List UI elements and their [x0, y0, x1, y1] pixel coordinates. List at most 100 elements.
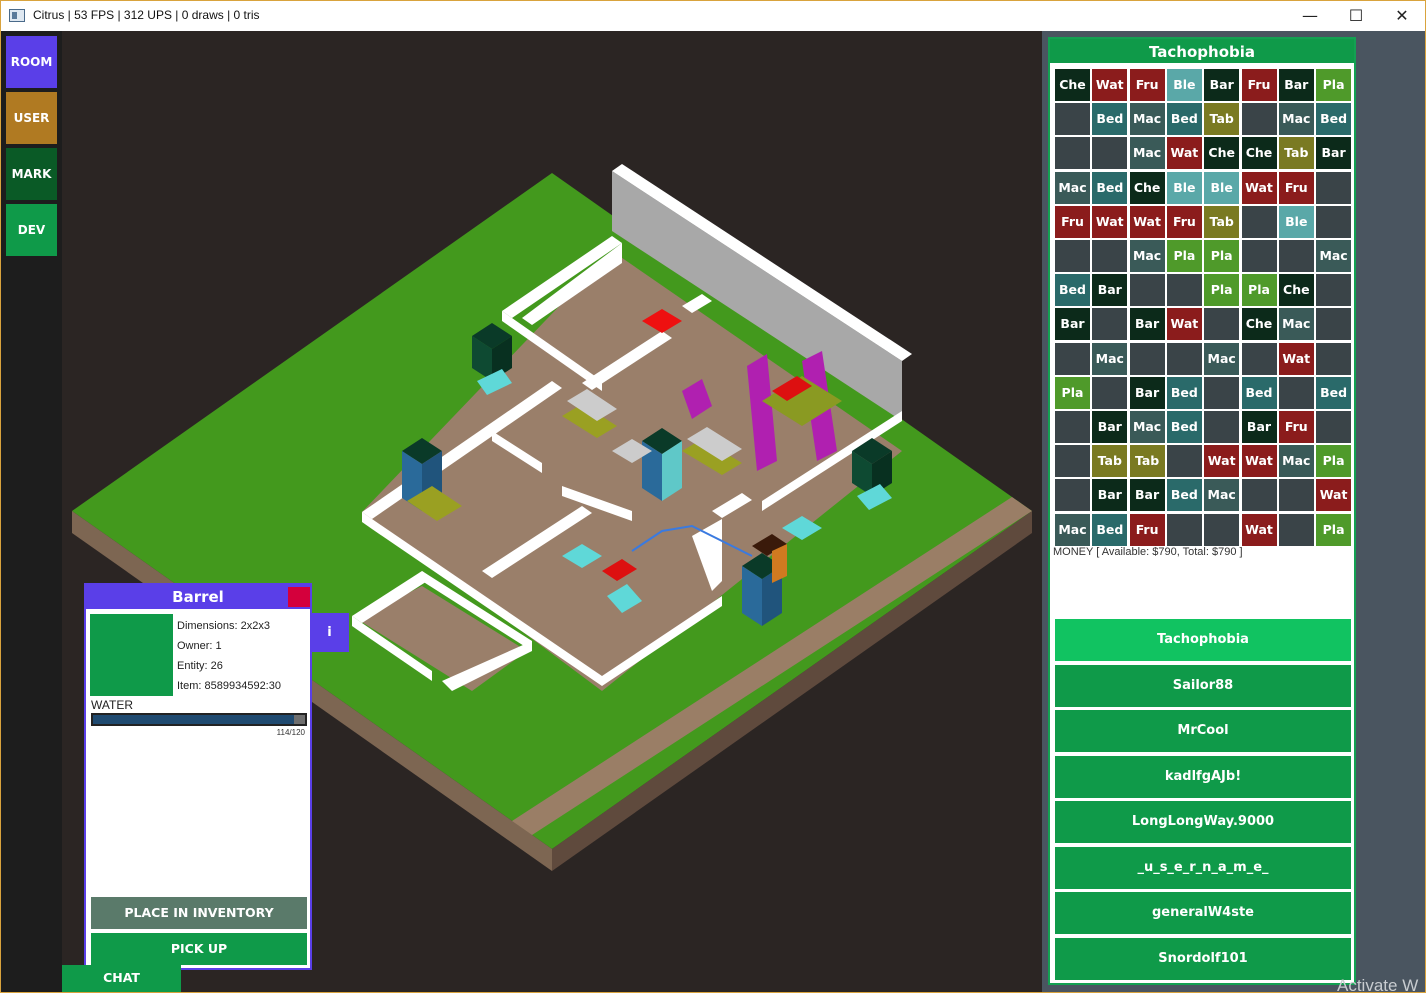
inventory-slot[interactable]: Wat — [1092, 69, 1128, 101]
inventory-slot[interactable]: Mac — [1278, 445, 1314, 478]
inventory-slot[interactable]: Pla — [1316, 445, 1352, 478]
inventory-slot-empty[interactable] — [1278, 376, 1314, 409]
inventory-slot[interactable]: Bar — [1092, 274, 1128, 307]
inventory-slot[interactable]: Bed — [1166, 376, 1202, 409]
inventory-slot-empty[interactable] — [1166, 274, 1202, 307]
inventory-slot-empty[interactable] — [1166, 342, 1202, 375]
inventory-slot-empty[interactable] — [1055, 445, 1090, 478]
inventory-slot-empty[interactable] — [1055, 479, 1090, 512]
inventory-slot[interactable]: Mac — [1092, 342, 1128, 375]
inventory-slot-empty[interactable] — [1055, 342, 1090, 375]
water-barrel[interactable] — [642, 428, 682, 501]
inventory-slot[interactable]: Fru — [1241, 69, 1277, 101]
inventory-slot-empty[interactable] — [1241, 205, 1277, 238]
player-button[interactable]: LongLongWay.9000 — [1055, 801, 1351, 843]
inventory-slot[interactable]: Fru — [1166, 205, 1202, 238]
inventory-slot[interactable]: Mac — [1278, 103, 1314, 136]
inventory-slot[interactable]: Fru — [1129, 513, 1165, 546]
inventory-slot[interactable]: Bar — [1129, 376, 1165, 409]
inventory-slot[interactable]: Bed — [1092, 171, 1128, 204]
inventory-slot-empty[interactable] — [1204, 411, 1240, 443]
pick-up-button[interactable]: PICK UP — [91, 933, 307, 965]
inventory-slot[interactable]: Bed — [1316, 103, 1352, 136]
inventory-slot[interactable]: Bar — [1092, 479, 1128, 512]
inventory-slot-empty[interactable] — [1241, 103, 1277, 136]
inventory-slot[interactable]: Wat — [1204, 445, 1240, 478]
inventory-slot[interactable]: Pla — [1316, 513, 1352, 546]
inventory-slot-empty[interactable] — [1092, 240, 1128, 272]
inventory-slot-empty[interactable] — [1092, 137, 1128, 170]
inventory-slot[interactable]: Wat — [1278, 342, 1314, 375]
inventory-slot[interactable]: Che — [1241, 308, 1277, 341]
close-info-button[interactable] — [288, 587, 310, 607]
inventory-slot[interactable]: Bar — [1204, 69, 1240, 101]
inventory-slot[interactable]: Tab — [1204, 205, 1240, 238]
inventory-slot[interactable]: Bar — [1092, 411, 1128, 443]
inventory-slot-empty[interactable] — [1241, 240, 1277, 272]
player-button[interactable]: generalW4ste — [1055, 892, 1351, 934]
chat-button[interactable]: CHAT — [62, 965, 181, 992]
inventory-slot[interactable]: Mac — [1129, 411, 1165, 443]
inventory-slot-empty[interactable] — [1316, 411, 1352, 443]
inventory-slot[interactable]: Bed — [1166, 103, 1202, 136]
inventory-slot[interactable]: Mac — [1055, 171, 1090, 204]
inventory-slot-empty[interactable] — [1278, 513, 1314, 546]
inventory-slot[interactable]: Wat — [1092, 205, 1128, 238]
inventory-slot[interactable]: Bed — [1166, 479, 1202, 512]
close-button[interactable]: ✕ — [1379, 1, 1425, 31]
inventory-slot[interactable]: Pla — [1316, 69, 1352, 101]
nav-room-button[interactable]: ROOM — [6, 36, 57, 88]
inventory-slot[interactable]: Bed — [1055, 274, 1090, 307]
inventory-slot-empty[interactable] — [1166, 445, 1202, 478]
inventory-slot[interactable]: Mac — [1204, 342, 1240, 375]
inventory-slot[interactable]: Che — [1241, 137, 1277, 170]
inventory-slot[interactable]: Ble — [1166, 171, 1202, 204]
inventory-slot[interactable]: Wat — [1129, 205, 1165, 238]
inventory-slot-empty[interactable] — [1241, 342, 1277, 375]
inventory-slot-empty[interactable] — [1055, 137, 1090, 170]
inventory-slot[interactable]: Bed — [1092, 513, 1128, 546]
inventory-slot[interactable]: Pla — [1055, 376, 1090, 409]
player-button[interactable]: Tachophobia — [1055, 619, 1351, 661]
inventory-slot[interactable]: Bar — [1055, 308, 1090, 341]
inventory-slot[interactable]: Fru — [1055, 205, 1090, 238]
player-button[interactable]: MrCool — [1055, 710, 1351, 752]
maximize-button[interactable]: ☐ — [1333, 1, 1379, 31]
inventory-slot-empty[interactable] — [1204, 308, 1240, 341]
inventory-slot[interactable]: Bar — [1129, 479, 1165, 512]
player-button[interactable]: kadlfgAJb! — [1055, 755, 1351, 798]
player-button[interactable]: Sailor88 — [1055, 664, 1351, 707]
inventory-slot[interactable]: Che — [1278, 274, 1314, 307]
inventory-slot[interactable]: Mac — [1278, 308, 1314, 341]
inventory-slot[interactable]: Mac — [1316, 240, 1352, 272]
inventory-slot[interactable]: Ble — [1204, 171, 1240, 204]
inventory-slot[interactable]: Pla — [1241, 274, 1277, 307]
inventory-slot-empty[interactable] — [1092, 308, 1128, 341]
inventory-slot[interactable]: Mac — [1129, 103, 1165, 136]
inventory-slot-empty[interactable] — [1055, 411, 1090, 443]
inventory-slot[interactable]: Bed — [1316, 376, 1352, 409]
inventory-slot-empty[interactable] — [1316, 274, 1352, 307]
inventory-slot[interactable]: Tab — [1204, 103, 1240, 136]
inventory-slot[interactable]: Mac — [1204, 479, 1240, 512]
inventory-slot[interactable]: Fru — [1129, 69, 1165, 101]
inventory-slot[interactable]: Fru — [1278, 411, 1314, 443]
inventory-slot-empty[interactable] — [1166, 513, 1202, 546]
inventory-slot-empty[interactable] — [1316, 342, 1352, 375]
inventory-slot-empty[interactable] — [1316, 171, 1352, 204]
inventory-slot[interactable]: Tab — [1092, 445, 1128, 478]
inventory-slot[interactable]: Bar — [1129, 308, 1165, 341]
inventory-slot-empty[interactable] — [1204, 376, 1240, 409]
inventory-slot-empty[interactable] — [1278, 240, 1314, 272]
inventory-slot-empty[interactable] — [1092, 376, 1128, 409]
inventory-slot[interactable]: Tab — [1278, 137, 1314, 170]
info-toggle-button[interactable]: i — [310, 613, 349, 652]
inventory-slot[interactable]: Mac — [1055, 513, 1090, 546]
inventory-slot[interactable]: Mac — [1129, 240, 1165, 272]
inventory-slot-empty[interactable] — [1316, 308, 1352, 341]
inventory-slot[interactable]: Bar — [1316, 137, 1352, 170]
inventory-slot[interactable]: Bed — [1241, 376, 1277, 409]
inventory-slot-empty[interactable] — [1278, 479, 1314, 512]
inventory-slot-empty[interactable] — [1204, 513, 1240, 546]
inventory-slot[interactable]: Bar — [1278, 69, 1314, 101]
